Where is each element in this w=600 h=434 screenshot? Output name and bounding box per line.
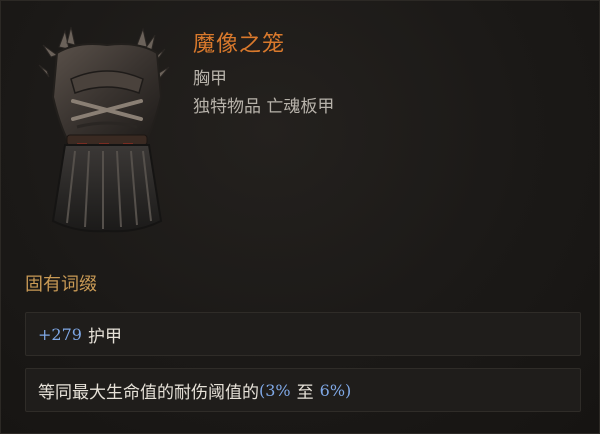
affix-armor-value: +279 [38,324,82,344]
implicit-affixes-title: 固有词缀 [25,274,97,295]
affix-range-to: 至 [296,382,314,403]
affix-range-min: 3% [265,380,291,400]
item-type: 独特物品 亡魂板甲 [193,97,335,117]
affix-range-close: ) [345,380,352,400]
affix-armor: +279 护甲 [25,312,581,356]
item-slot: 胸甲 [193,69,227,89]
affix-threshold-label: 等同最大生命值的耐伤阈值的 [38,382,259,403]
item-tooltip: 魔像之笼 胸甲 独特物品 亡魂板甲 固有词缀 +279 护甲 等同最大生命值的耐… [0,0,600,434]
affix-damage-threshold: 等同最大生命值的耐伤阈值的 ( 3% 至 6% ) [25,368,581,412]
affix-range-max: 6% [319,380,346,400]
affix-armor-label: 护甲 [87,326,122,347]
item-name: 魔像之笼 [193,32,286,57]
chest-armor-icon [37,27,177,237]
